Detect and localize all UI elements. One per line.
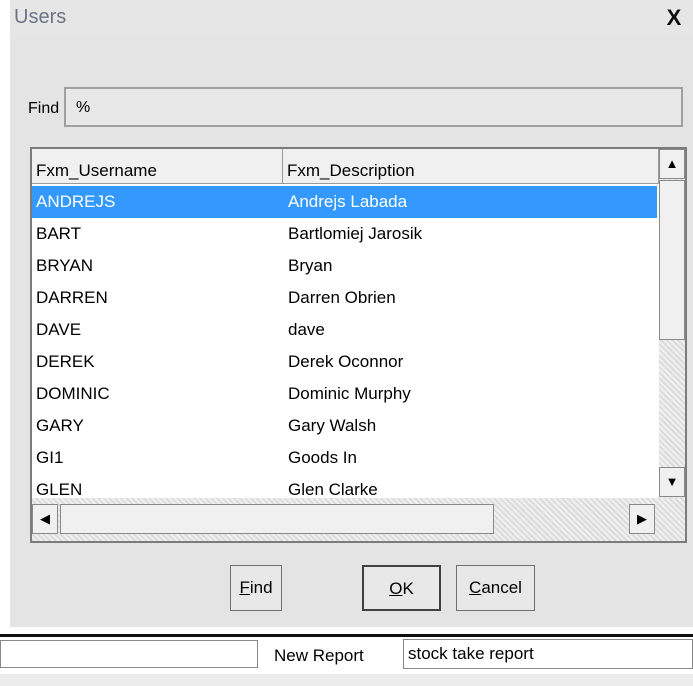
table-row[interactable]: BRYAN Bryan bbox=[32, 250, 657, 282]
horizontal-scrollbar[interactable]: ◀ ▶ bbox=[32, 498, 685, 541]
cancel-button-accel: C bbox=[469, 578, 482, 597]
table-row[interactable]: DARREN Darren Obrien bbox=[32, 282, 657, 314]
table-row[interactable]: GI1 Goods In bbox=[32, 442, 657, 474]
find-label: Find bbox=[28, 100, 60, 117]
table-row[interactable]: DEREK Derek Oconnor bbox=[32, 346, 657, 378]
find-button-accel: F bbox=[239, 578, 250, 597]
background-strip bbox=[0, 674, 693, 686]
background-field[interactable] bbox=[0, 640, 258, 668]
scroll-up-icon[interactable]: ▲ bbox=[659, 149, 685, 179]
scroll-right-icon[interactable]: ▶ bbox=[629, 504, 655, 534]
ok-button-accel: O bbox=[389, 579, 403, 598]
divider bbox=[0, 634, 693, 637]
vertical-scroll-thumb[interactable] bbox=[659, 180, 685, 340]
title-bar: Users X bbox=[10, 0, 693, 38]
username-cell: DAVE bbox=[36, 320, 82, 339]
window-title: Users bbox=[14, 6, 67, 28]
horizontal-scroll-thumb[interactable] bbox=[60, 504, 494, 534]
description-cell: Goods In bbox=[288, 448, 357, 467]
ok-button[interactable]: OK bbox=[362, 565, 441, 611]
close-icon[interactable]: X bbox=[662, 6, 686, 30]
username-cell: GLEN bbox=[36, 480, 83, 499]
table-row[interactable]: BART Bartlomiej Jarosik bbox=[32, 218, 657, 250]
ok-button-label: K bbox=[402, 579, 414, 598]
table-row[interactable]: DOMINIC Dominic Murphy bbox=[32, 378, 657, 410]
username-cell: BART bbox=[36, 224, 82, 243]
description-cell: Dominic Murphy bbox=[288, 384, 411, 403]
description-cell: dave bbox=[288, 320, 325, 339]
cancel-button[interactable]: Cancel bbox=[456, 565, 535, 611]
description-cell: Derek Oconnor bbox=[288, 352, 404, 371]
find-button-label: ind bbox=[249, 578, 273, 597]
description-cell: Andrejs Labada bbox=[288, 192, 408, 211]
table-row[interactable]: GARY Gary Walsh bbox=[32, 410, 657, 442]
username-cell: DOMINIC bbox=[36, 384, 110, 403]
new-report-label: New Report bbox=[274, 646, 364, 665]
find-input[interactable]: % bbox=[64, 87, 683, 127]
username-cell: GARY bbox=[36, 416, 84, 435]
cancel-button-label: ancel bbox=[481, 578, 522, 597]
find-button[interactable]: Find bbox=[230, 565, 282, 611]
username-cell: DARREN bbox=[36, 288, 108, 307]
scroll-left-icon[interactable]: ◀ bbox=[32, 504, 58, 534]
description-cell: Glen Clarke bbox=[288, 480, 378, 499]
description-cell: Gary Walsh bbox=[288, 416, 377, 435]
column-header-description[interactable]: Fxm_Description bbox=[283, 149, 659, 184]
scroll-down-icon[interactable]: ▼ bbox=[659, 467, 685, 497]
column-header-username[interactable]: Fxm_Username bbox=[32, 149, 283, 184]
table-row[interactable]: ANDREJS Andrejs Labada bbox=[32, 186, 657, 218]
table-row[interactable]: DAVE dave bbox=[32, 314, 657, 346]
new-report-field[interactable]: stock take report bbox=[403, 639, 693, 669]
description-cell: Darren Obrien bbox=[288, 288, 396, 307]
users-dialog: Users X Find % Fxm_Username Fxm_Descript… bbox=[10, 0, 693, 627]
users-grid: Fxm_Username Fxm_Description ANDREJS Andr… bbox=[30, 147, 687, 543]
username-cell: GI1 bbox=[36, 448, 64, 467]
username-cell: ANDREJS bbox=[36, 192, 116, 211]
username-cell: BRYAN bbox=[36, 256, 94, 275]
description-cell: Bryan bbox=[288, 256, 333, 275]
username-cell: DEREK bbox=[36, 352, 95, 371]
description-cell: Bartlomiej Jarosik bbox=[288, 224, 423, 243]
